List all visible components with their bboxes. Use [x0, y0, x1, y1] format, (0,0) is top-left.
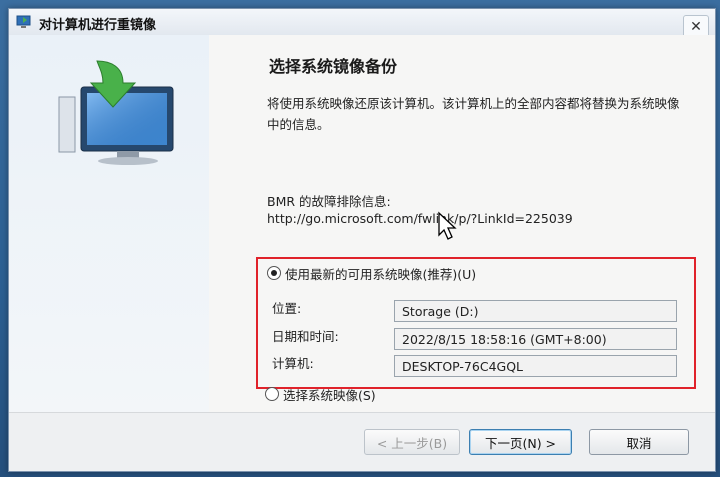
latest-image-radio[interactable] [267, 266, 281, 280]
computer-label: 计算机: [272, 356, 314, 371]
reimage-wizard-window: 对计算机进行重镜像 ✕ 选择系统镜像备份 将使用系统映像还原该计算机。该计算机上… [8, 8, 716, 472]
computer-field: DESKTOP-76C4GQL [394, 355, 677, 377]
bmr-info-label: BMR 的故障排除信息: [267, 194, 391, 209]
location-label: 位置: [272, 301, 302, 316]
mouse-pointer-icon [438, 211, 457, 240]
latest-image-option-label[interactable]: 使用最新的可用系统映像(推荐)(U) [285, 264, 476, 283]
computer-restore-illustration-icon [58, 60, 174, 165]
bmr-info-link[interactable]: http://go.microsoft.com/fwlink/p/?LinkId… [267, 211, 573, 226]
datetime-field: 2022/8/15 18:58:16 (GMT+8:00) [394, 328, 677, 350]
next-button[interactable]: 下一页(N) > [469, 429, 572, 455]
title-bar[interactable]: 对计算机进行重镜像 ✕ [9, 9, 715, 39]
wizard-content: 选择系统镜像备份 将使用系统映像还原该计算机。该计算机上的全部内容都将替换为系统… [9, 35, 715, 471]
reimage-computer-icon [16, 15, 31, 28]
back-button[interactable]: < 上一步(B) [364, 429, 460, 455]
close-icon: ✕ [690, 19, 702, 35]
cancel-button[interactable]: 取消 [589, 429, 689, 455]
wizard-side-panel [9, 35, 209, 413]
choose-image-option-label[interactable]: 选择系统映像(S) [283, 385, 376, 404]
page-heading: 选择系统镜像备份 [269, 57, 398, 76]
window-title: 对计算机进行重镜像 [39, 18, 157, 33]
button-bar: < 上一步(B) 下一页(N) > 取消 [9, 412, 715, 471]
location-field: Storage (D:) [394, 300, 677, 322]
datetime-label: 日期和时间: [272, 329, 339, 344]
choose-image-radio[interactable] [265, 387, 279, 401]
page-description: 将使用系统映像还原该计算机。该计算机上的全部内容都将替换为系统映像中的信息。 [267, 96, 680, 132]
